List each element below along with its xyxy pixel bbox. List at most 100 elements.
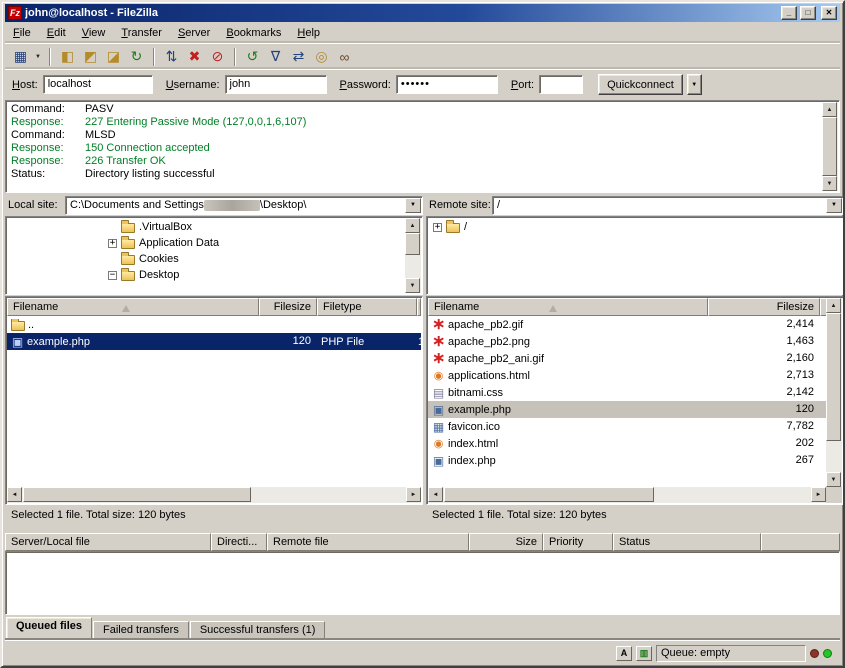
folder-icon (121, 271, 135, 281)
local-list-hscrollbar[interactable]: ◄ ► (7, 487, 421, 503)
column-header-server-local-file[interactable]: Server/Local file (5, 533, 211, 551)
column-header-filetype[interactable]: Filetype (317, 298, 417, 316)
tab-queued-files[interactable]: Queued files (6, 617, 92, 639)
scroll-right-icon[interactable]: ► (406, 487, 421, 502)
host-input[interactable]: localhost (43, 75, 153, 94)
local-tree-scrollbar[interactable]: ▲ ▼ (405, 218, 421, 293)
scroll-down-icon[interactable]: ▼ (822, 176, 837, 191)
transfer-type-icon[interactable]: A (616, 646, 632, 661)
refresh-icon[interactable]: ↻ (125, 46, 148, 68)
table-row-selected[interactable]: example.php 120 (428, 401, 826, 418)
log-scrollbar[interactable]: ▲ ▼ (822, 102, 838, 191)
menu-bookmarks[interactable]: Bookmarks (218, 24, 289, 42)
toggle-remote-tree-icon[interactable]: ◪ (102, 46, 125, 68)
parent-folder-icon (11, 321, 25, 331)
scrollbar-thumb[interactable] (23, 487, 251, 502)
quickconnect-button[interactable]: Quickconnect (598, 74, 683, 95)
cancel-icon[interactable]: ✖ (183, 46, 206, 68)
table-row[interactable]: favicon.ico 7,782 (428, 418, 826, 435)
table-row[interactable]: apache_pb2_ani.gif 2,160 (428, 350, 826, 367)
tab-successful-transfers[interactable]: Successful transfers (1) (190, 621, 326, 639)
column-header-lastmodified[interactable]: L (417, 298, 421, 316)
combo-dropdown-icon[interactable]: ▼ (405, 198, 421, 213)
scroll-down-icon[interactable]: ▼ (826, 472, 841, 487)
tree-item[interactable]: + Application Data (6, 235, 422, 251)
column-header-priority[interactable]: Priority (543, 533, 613, 551)
toggle-local-tree-icon[interactable]: ◩ (79, 46, 102, 68)
tree-item[interactable]: + / (427, 219, 843, 235)
remote-site-path: / (493, 199, 826, 211)
collapse-icon[interactable]: − (108, 271, 117, 280)
table-row[interactable]: apache_pb2.png 1,463 (428, 333, 826, 350)
filezilla-window: Fz john@localhost - FileZilla _ □ ✕ File… (0, 0, 845, 668)
column-header-size[interactable]: Size (469, 533, 543, 551)
menu-view[interactable]: View (74, 24, 114, 42)
column-header-status[interactable]: Status (613, 533, 761, 551)
scroll-left-icon[interactable]: ◄ (428, 487, 443, 502)
port-input[interactable] (539, 75, 583, 94)
column-header-remote-file[interactable]: Remote file (267, 533, 469, 551)
scrollbar-thumb[interactable] (822, 117, 837, 176)
scrollbar-thumb[interactable] (826, 313, 841, 441)
table-row[interactable]: apache_pb2.gif 2,414 (428, 316, 826, 333)
transfer-queue: Server/Local file Directi... Remote file… (5, 533, 840, 615)
expand-icon[interactable]: + (108, 239, 117, 248)
password-input[interactable]: •••••• (396, 75, 498, 94)
sort-asc-icon (549, 305, 557, 312)
scrollbar-thumb[interactable] (405, 233, 420, 255)
menu-server[interactable]: Server (170, 24, 218, 42)
minimize-button[interactable]: _ (781, 6, 797, 20)
php-file-icon (11, 336, 24, 348)
tree-item[interactable]: Cookies (6, 251, 422, 267)
table-row-selected[interactable]: example.php 120 PHP File 1 (7, 333, 421, 350)
scrollbar-thumb[interactable] (444, 487, 654, 502)
expand-icon[interactable]: + (433, 223, 442, 232)
disconnect-icon[interactable]: ⊘ (206, 46, 229, 68)
table-row[interactable]: .. (7, 316, 421, 333)
menu-file[interactable]: File (5, 24, 39, 42)
tab-failed-transfers[interactable]: Failed transfers (93, 621, 189, 639)
site-manager-icon[interactable]: ▦ (9, 46, 32, 68)
remote-list-hscrollbar[interactable]: ◄ ► (428, 487, 826, 503)
quickconnect-bar: Host: localhost Username: john Password:… (5, 69, 840, 99)
column-header-filesize[interactable]: Filesize (259, 298, 317, 316)
speedlimit-icon[interactable]: ▥ (636, 646, 652, 661)
tree-item[interactable]: − Desktop (6, 267, 422, 283)
tree-item[interactable]: .VirtualBox (6, 219, 422, 235)
quickconnect-dropdown-icon[interactable]: ▼ (687, 74, 702, 95)
username-input[interactable]: john (225, 75, 327, 94)
menu-help[interactable]: Help (289, 24, 328, 42)
table-row[interactable]: index.html 202 (428, 435, 826, 452)
scroll-right-icon[interactable]: ► (811, 487, 826, 502)
scroll-up-icon[interactable]: ▲ (405, 218, 420, 233)
close-button[interactable]: ✕ (821, 6, 837, 20)
toggle-log-icon[interactable]: ◧ (56, 46, 79, 68)
scroll-left-icon[interactable]: ◄ (7, 487, 22, 502)
find-files-icon[interactable]: ∞ (333, 46, 356, 68)
scroll-down-icon[interactable]: ▼ (405, 278, 420, 293)
remote-site-combo[interactable]: / ▼ (492, 196, 844, 215)
menu-edit[interactable]: Edit (39, 24, 74, 42)
log-line: Response:227 Entering Passive Mode (127,… (11, 116, 819, 129)
table-row[interactable]: applications.html 2,713 (428, 367, 826, 384)
column-header-direction[interactable]: Directi... (211, 533, 267, 551)
scroll-up-icon[interactable]: ▲ (826, 298, 841, 313)
menu-transfer[interactable]: Transfer (113, 24, 170, 42)
table-row[interactable]: index.php 267 (428, 452, 826, 469)
compare-directories-icon[interactable]: ⇄ (287, 46, 310, 68)
column-header-filename[interactable]: Filename (428, 298, 708, 316)
column-header-filesize[interactable]: Filesize (708, 298, 820, 316)
combo-dropdown-icon[interactable]: ▼ (826, 198, 842, 213)
table-row[interactable]: bitnami.css 2,142 (428, 384, 826, 401)
local-site-combo[interactable]: C:\Documents and Settings\Desktop\ ▼ (65, 196, 423, 215)
reconnect-icon[interactable]: ↺ (241, 46, 264, 68)
remote-list-vscrollbar[interactable]: ▲ ▼ (826, 298, 842, 487)
filter-icon[interactable]: ∇ (264, 46, 287, 68)
maximize-button[interactable]: □ (800, 6, 816, 20)
image-file-icon (432, 319, 445, 331)
process-queue-icon[interactable]: ⇅ (160, 46, 183, 68)
site-manager-dropdown-icon[interactable]: ▼ (32, 46, 44, 68)
scroll-up-icon[interactable]: ▲ (822, 102, 837, 117)
sync-browsing-icon[interactable]: ◎ (310, 46, 333, 68)
column-header-filename[interactable]: Filename (7, 298, 259, 316)
